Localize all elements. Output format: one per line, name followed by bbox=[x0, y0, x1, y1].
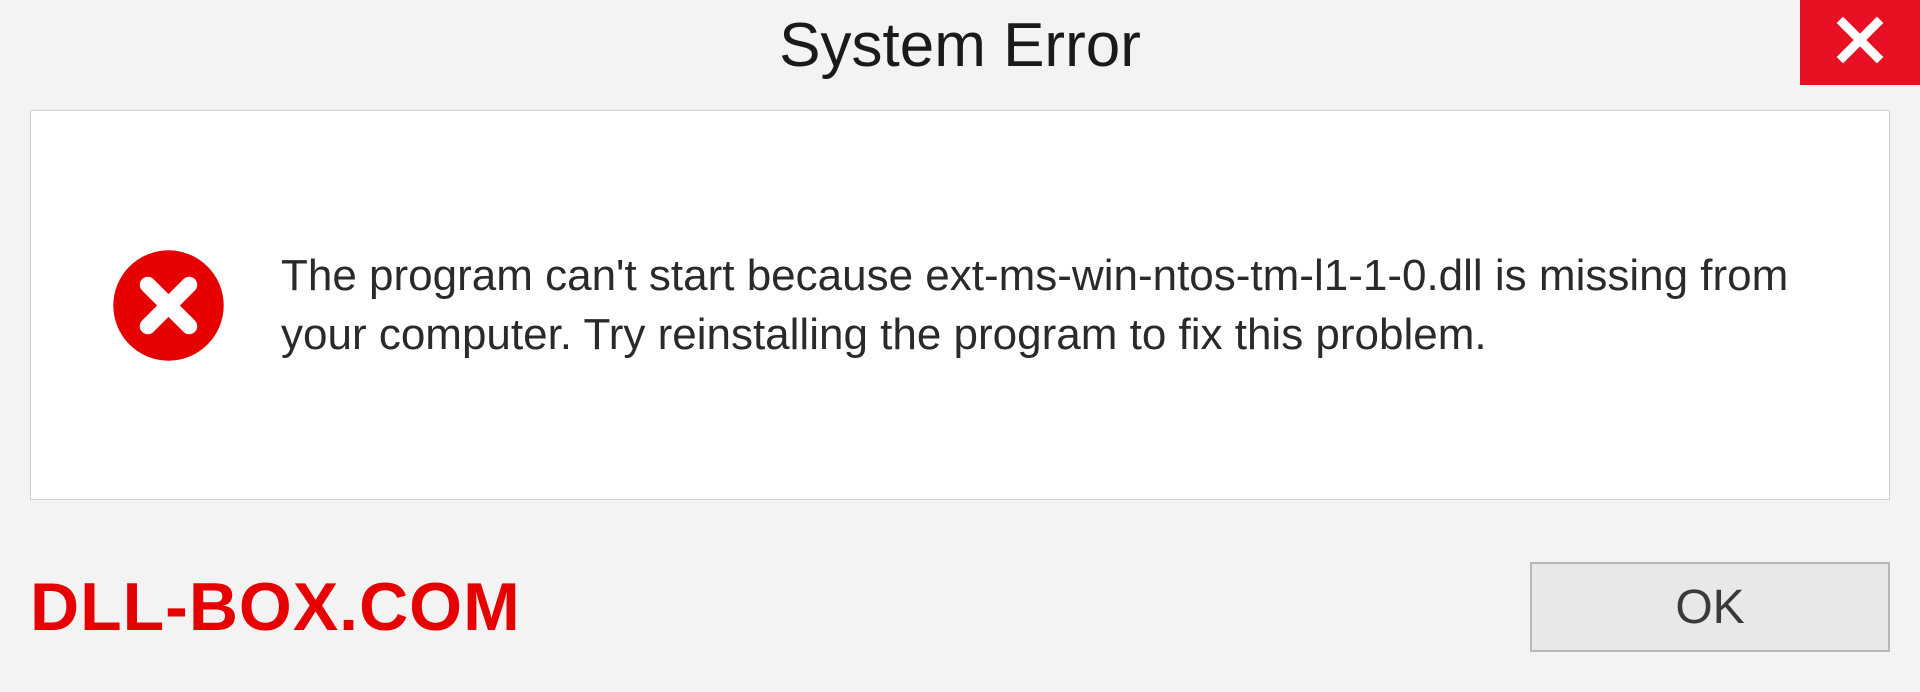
dialog-footer: DLL-BOX.COM OK bbox=[30, 552, 1890, 662]
titlebar: System Error bbox=[0, 0, 1920, 100]
error-dialog: System Error The program can't start bec… bbox=[0, 0, 1920, 692]
error-message: The program can't start because ext-ms-w… bbox=[281, 246, 1809, 365]
brand-watermark: DLL-BOX.COM bbox=[30, 568, 521, 646]
close-button[interactable] bbox=[1800, 0, 1920, 85]
ok-button-label: OK bbox=[1675, 580, 1744, 635]
ok-button[interactable]: OK bbox=[1530, 562, 1890, 652]
content-panel: The program can't start because ext-ms-w… bbox=[30, 110, 1890, 500]
error-icon bbox=[111, 248, 226, 363]
close-icon bbox=[1835, 15, 1885, 70]
dialog-title: System Error bbox=[779, 10, 1141, 81]
